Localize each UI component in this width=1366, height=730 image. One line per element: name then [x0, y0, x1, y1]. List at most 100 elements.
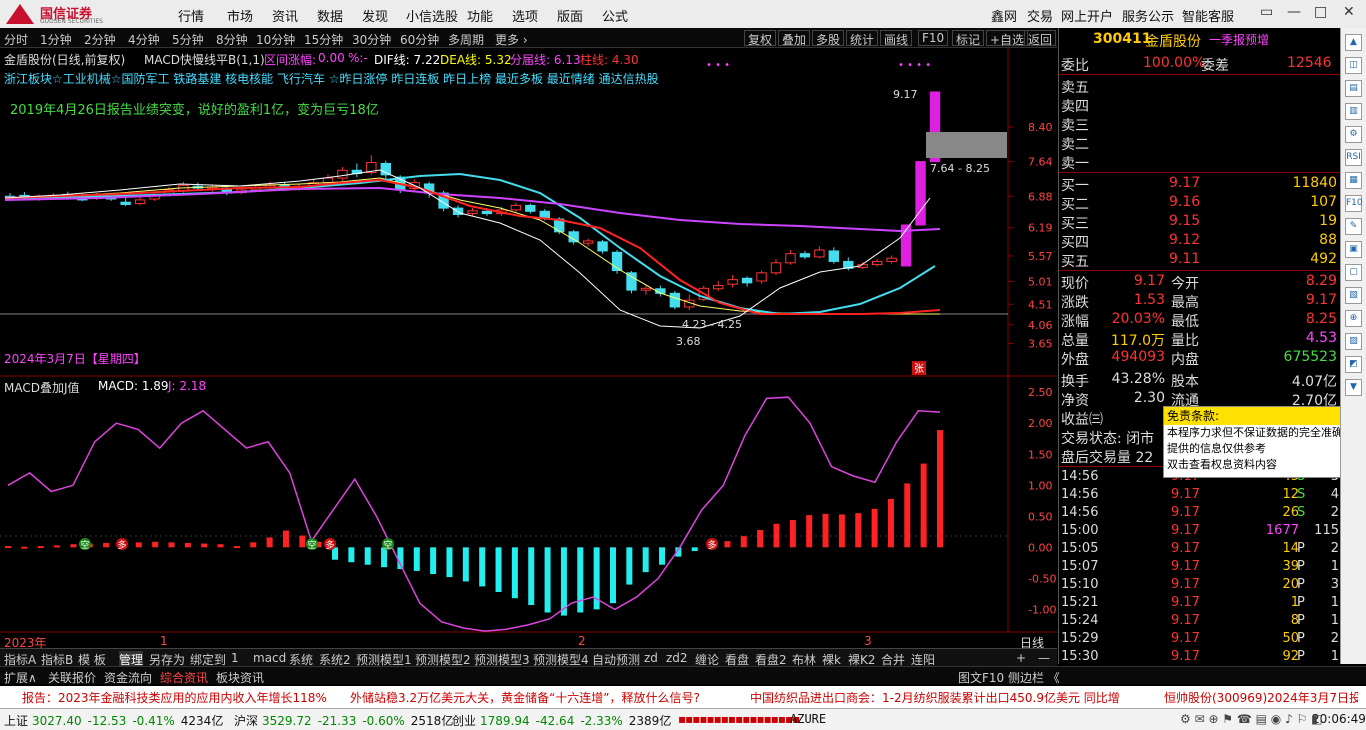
close-icon[interactable]: ✕ [1343, 4, 1355, 20]
period-5min[interactable]: 5分钟 [172, 31, 204, 48]
menu-zixun[interactable]: 资讯 [272, 6, 298, 25]
tick-count: 1 [1330, 559, 1339, 574]
period-8min[interactable]: 8分钟 [216, 31, 248, 48]
menu-xiaoxin[interactable]: 小信选股 [406, 6, 458, 25]
menu-shuju[interactable]: 数据 [317, 6, 343, 25]
period-30min[interactable]: 30分钟 [352, 31, 391, 48]
candle-body [120, 201, 131, 205]
tool-fuquan-button[interactable]: 复权 [744, 30, 777, 47]
tick-price: 9.17 [1171, 577, 1200, 592]
sell5-label: 卖五 [1061, 80, 1089, 96]
y-tick-main: 6.88 [1028, 190, 1053, 203]
candle-body [134, 199, 146, 205]
tool-zixuan-button[interactable]: +自选 [986, 30, 1029, 47]
tool-tongji-button[interactable]: 统计 [846, 30, 879, 47]
candle-body [828, 250, 840, 262]
ticker-item[interactable]: 报告：2023年金融科技类应用的应用内收入年增长118% [22, 689, 327, 706]
macd-bar [152, 541, 159, 548]
news-tab[interactable]: 板块资讯 [216, 669, 264, 686]
ticker-item[interactable]: 恒帅股份(300969)2024年3月7日投 [1164, 689, 1358, 706]
news-tab[interactable]: 资金流向 [104, 669, 152, 686]
tool-fanhui-button[interactable]: 返回 [1024, 30, 1057, 47]
status-icons[interactable]: ⚙ ✉ ⊕ ⚑ ☎ ▤ ◉ ♪ ⚐ ◧ [1180, 712, 1322, 726]
side-tool-icon[interactable]: ⊕ [1345, 310, 1362, 327]
period-fenshi[interactable]: 分时 [4, 31, 28, 48]
index-quote[interactable]: 创业 1789.94 -42.64 -2.33% 2389亿 [452, 712, 671, 729]
tool-diejia-button[interactable]: 叠加 [778, 30, 811, 47]
menu-shichang[interactable]: 市场 [227, 6, 253, 25]
side-tool-icon[interactable]: ▧ [1345, 287, 1362, 304]
tick-direction: P [1297, 613, 1305, 628]
indicator-tab[interactable]: macd [253, 651, 286, 665]
news-tab[interactable]: 关联报价 [48, 669, 96, 686]
side-tool-icon[interactable]: ▢ [1345, 264, 1362, 281]
candle-body [597, 241, 608, 252]
indicator-tab[interactable]: 1 [231, 651, 239, 665]
period-4min[interactable]: 4分钟 [128, 31, 160, 48]
menu-fuwu[interactable]: 服务公示 [1122, 6, 1174, 25]
side-tool-icon[interactable]: ▤ [1345, 80, 1362, 97]
period-10min[interactable]: 10分钟 [256, 31, 295, 48]
menu-kaihu[interactable]: 网上开户 [1061, 6, 1113, 25]
tool-duogu-button[interactable]: 多股 [812, 30, 845, 47]
tick-time: 14:56 [1061, 487, 1099, 502]
tick-price: 9.17 [1171, 523, 1200, 538]
side-tool-icon[interactable]: ▲ [1345, 34, 1362, 51]
zoom-in-button[interactable]: + [1016, 651, 1026, 665]
kline-chart[interactable]: 8.40 7.64 6.88 6.19 5.57 5.01 4.51 4.06 3.65 2.5… [0, 48, 1057, 648]
period-multi[interactable]: 多周期 [448, 31, 484, 48]
zoom-out-button[interactable]: — [1038, 651, 1050, 665]
menu-hangqing[interactable]: 行情 [178, 6, 204, 25]
candle-body [727, 279, 738, 285]
restore-icon[interactable]: ▭ [1260, 4, 1273, 20]
indicator-tab[interactable]: zd [644, 651, 658, 665]
y-tick-sub: 0.00 [1028, 541, 1053, 554]
menu-xinwang[interactable]: 鑫网 [991, 6, 1017, 25]
tool-huaxian-button[interactable]: 画线 [880, 30, 913, 47]
stat-value: 9.17 [1305, 292, 1337, 308]
indicator-tab[interactable]: zd2 [666, 651, 688, 665]
index-quote[interactable]: 上证 3027.40 -12.53 -0.41% 4234亿 [4, 712, 223, 729]
ticker-item[interactable]: 中国纺织品进出口商会：1-2月纺织服装累计出口450.9亿美元 同比增 [750, 689, 1120, 706]
weicha-label: 委差 [1201, 58, 1229, 74]
f10-sidebar-toggle[interactable]: 图文F10 侧边栏 《 [958, 669, 1060, 686]
period-1min[interactable]: 1分钟 [40, 31, 72, 48]
menu-xuanxiang[interactable]: 选项 [512, 6, 538, 25]
period-2min[interactable]: 2分钟 [84, 31, 116, 48]
maximize-icon[interactable]: □ [1314, 4, 1327, 20]
menu-faxian[interactable]: 发现 [362, 6, 388, 25]
report-tag[interactable]: 一季报预增 [1209, 31, 1269, 48]
side-tool-icon[interactable]: ▥ [1345, 103, 1362, 120]
tool-f10-button[interactable]: F10 [918, 30, 949, 46]
side-tool-icon[interactable]: ▼ [1345, 379, 1362, 396]
minimize-icon[interactable]: — [1287, 4, 1301, 20]
menu-jiaoyi[interactable]: 交易 [1027, 6, 1053, 25]
side-tool-icon[interactable]: ✎ [1345, 218, 1362, 235]
period-15min[interactable]: 15分钟 [304, 31, 343, 48]
menu-gongneng[interactable]: 功能 [467, 6, 493, 25]
period-60min[interactable]: 60分钟 [400, 31, 439, 48]
side-tool-icon[interactable]: ▣ [1345, 241, 1362, 258]
period-more[interactable]: 更多 › [495, 31, 528, 48]
menu-gongshi[interactable]: 公式 [602, 6, 628, 25]
side-tool-icon[interactable]: F10 [1345, 195, 1363, 212]
stat-label: 内盘 [1171, 352, 1199, 368]
sell2-label: 卖二 [1061, 137, 1089, 153]
tick-time: 15:00 [1061, 523, 1099, 538]
tick-direction: S [1297, 487, 1306, 502]
side-tool-icon[interactable]: ⚙ [1345, 126, 1362, 143]
side-tool-icon[interactable]: ▨ [1345, 333, 1362, 350]
tool-biaoji-button[interactable]: 标记 [952, 30, 985, 47]
news-tab[interactable]: 扩展∧ [4, 669, 37, 686]
side-tool-icon[interactable]: RSI [1345, 149, 1362, 166]
menu-banmian[interactable]: 版面 [557, 6, 583, 25]
candle-body [582, 240, 594, 244]
tick-time: 15:07 [1061, 559, 1099, 574]
menu-kefu[interactable]: 智能客服 [1182, 6, 1234, 25]
index-quote[interactable]: 沪深 3529.72 -21.33 -0.60% 2518亿 [234, 712, 453, 729]
side-tool-icon[interactable]: ◩ [1345, 356, 1362, 373]
side-tool-icon[interactable]: ◫ [1345, 57, 1362, 74]
news-tab[interactable]: 综合资讯 [160, 669, 208, 686]
side-tool-icon[interactable]: ▦ [1345, 172, 1362, 189]
ticker-item[interactable]: 外储站稳3.2万亿美元大关，黄金储备“十六连增”，释放什么信号? [350, 689, 700, 706]
